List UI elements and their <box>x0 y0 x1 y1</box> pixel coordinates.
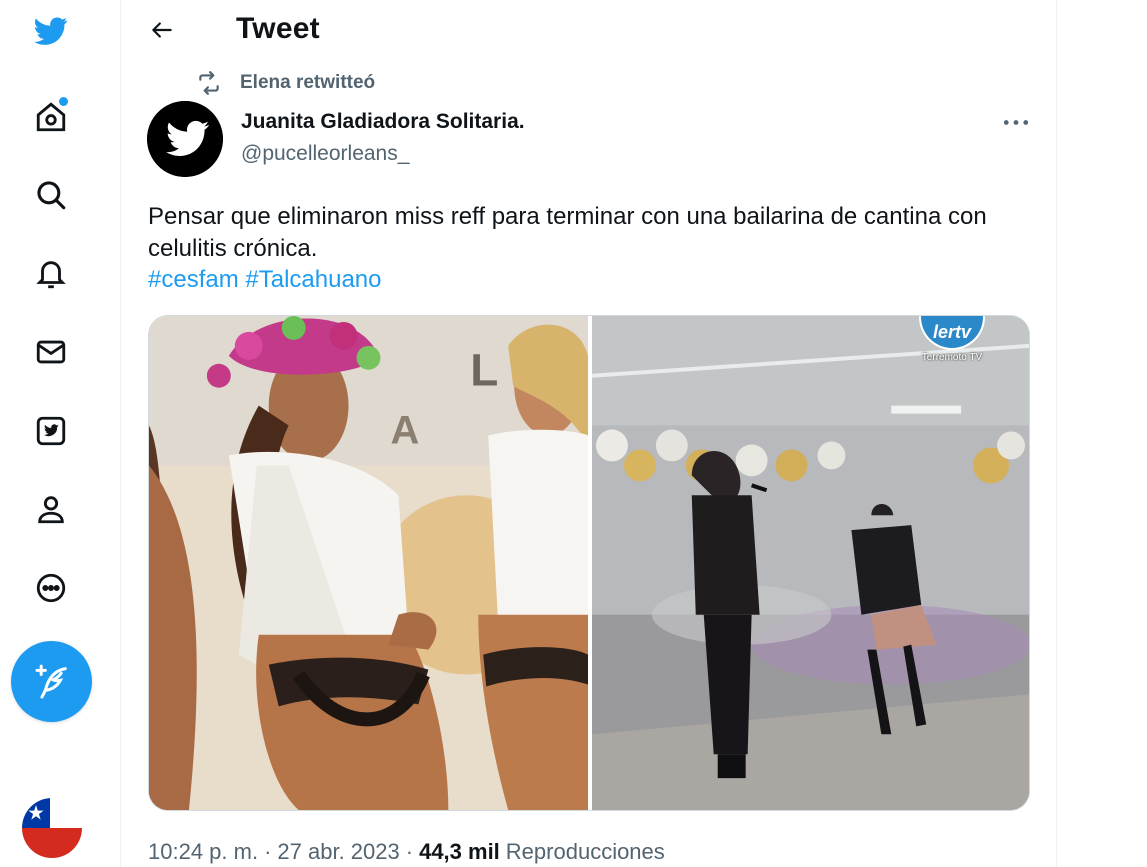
chile-flag-icon[interactable] <box>22 798 82 858</box>
channel-watermark: lertv Terremoto TV <box>913 316 991 363</box>
profile-icon[interactable] <box>22 480 80 538</box>
home-icon[interactable] <box>22 88 80 146</box>
hashtag-link[interactable]: #Talcahuano <box>245 266 381 293</box>
meta-separator: · <box>405 839 414 864</box>
bell-icon[interactable] <box>22 245 80 303</box>
retweet-label: Elena retwitteó <box>240 72 376 93</box>
retweet-icon <box>199 71 219 95</box>
more-circle-icon[interactable] <box>22 559 80 617</box>
tweet-text: Pensar que eliminaron miss reff para ter… <box>148 203 987 262</box>
view-count: 44,3 mil <box>419 839 500 864</box>
author-handle[interactable]: @pucelleorleans_ <box>241 142 409 166</box>
hashtag-link[interactable]: #cesfam <box>148 266 239 293</box>
svg-text:A: A <box>390 409 419 453</box>
twitter-logo-icon[interactable] <box>22 2 80 60</box>
watermark-logo: lertv <box>919 316 985 350</box>
sidebar-nav <box>0 0 120 867</box>
avatar[interactable] <box>147 101 223 177</box>
author-name[interactable]: Juanita Gladiadora Solitaria. <box>241 110 525 134</box>
more-options-button[interactable] <box>996 104 1036 140</box>
column-divider-left <box>120 0 121 867</box>
more-horizontal-icon <box>1003 119 1029 125</box>
feather-plus-icon <box>35 664 67 698</box>
back-button[interactable] <box>140 8 184 52</box>
arrow-left-icon <box>152 22 172 38</box>
tweet-date[interactable]: 27 abr. 2023 <box>277 839 399 865</box>
tweet-time[interactable]: 10:24 p. m. <box>148 839 258 865</box>
mail-icon[interactable] <box>22 323 80 381</box>
view-count-label: Reproducciones <box>505 839 665 864</box>
twitter-blue-icon[interactable] <box>22 402 80 460</box>
search-icon[interactable] <box>22 166 80 224</box>
svg-text:L: L <box>470 344 498 396</box>
media-photo-left[interactable]: L A <box>149 316 588 810</box>
tweet-media-grid: L A lertv Terremoto TV <box>148 315 1030 811</box>
meta-separator: · <box>264 839 272 864</box>
compose-tweet-button[interactable] <box>11 641 92 722</box>
media-photo-right[interactable]: lertv Terremoto TV <box>592 316 1029 810</box>
hashtags: #cesfam #Talcahuano <box>148 264 382 296</box>
page-title: Tweet <box>236 12 320 45</box>
tweet-meta: 10:24 p. m. · 27 abr. 2023 · 44,3 mil Re… <box>148 839 665 865</box>
watermark-label: Terremoto TV <box>921 352 983 363</box>
notification-dot <box>59 97 68 106</box>
retweet-context[interactable]: Elena retwitteó <box>196 70 375 96</box>
column-divider-right <box>1056 0 1057 867</box>
